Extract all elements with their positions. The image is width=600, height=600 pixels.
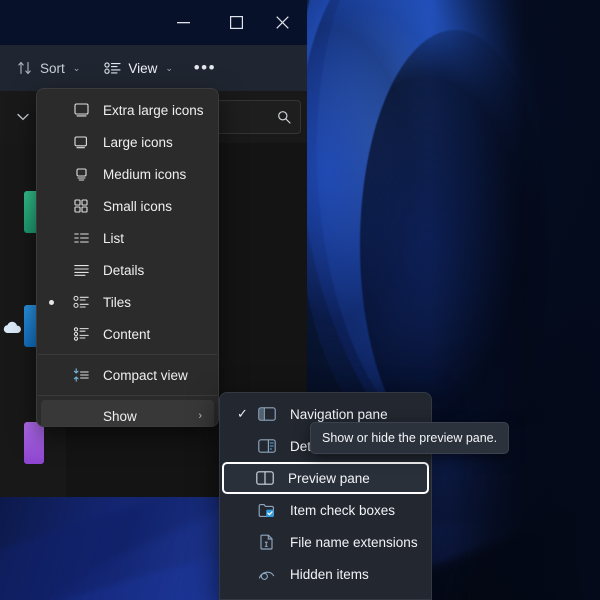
large-icons-icon [70, 135, 92, 149]
list-icon [70, 232, 92, 244]
tiles-icon [70, 295, 92, 309]
content-icon [70, 327, 92, 341]
see-more-button[interactable]: ••• [188, 52, 222, 84]
close-icon [275, 16, 289, 29]
extra-large-icons-icon [70, 103, 92, 117]
submenu-item-hidden-items[interactable]: Hidden items [224, 558, 427, 590]
submenu-item-preview-pane[interactable]: Preview pane [222, 462, 429, 494]
menu-item-label: Large icons [103, 134, 173, 150]
hidden-items-icon [256, 568, 278, 581]
sort-button[interactable]: Sort ⌄ [8, 52, 89, 84]
submenu-item-label: Item check boxes [290, 502, 396, 518]
menu-item-label: Small icons [103, 198, 173, 214]
menu-item-tiles[interactable]: Tiles [41, 286, 214, 318]
view-label: View [128, 60, 158, 76]
sort-label: Sort [40, 60, 65, 76]
command-bar: Sort ⌄ View ⌄ ••• [0, 45, 307, 91]
address-history-dropdown[interactable] [6, 101, 40, 133]
details-pane-icon [256, 439, 278, 453]
menu-item-label: Compact view [103, 367, 188, 383]
view-icon [104, 62, 121, 74]
minimize-icon [176, 21, 190, 23]
submenu-item-label: Navigation pane [290, 406, 388, 422]
view-button[interactable]: View ⌄ [95, 52, 182, 84]
menu-item-show[interactable]: Show › [41, 400, 214, 426]
close-button[interactable] [259, 0, 305, 45]
menu-separator [38, 354, 217, 355]
view-context-menu: Extra large icons Large icons Medium ico… [36, 88, 219, 427]
submenu-item-item-check-boxes[interactable]: Item check boxes [224, 494, 427, 526]
submenu-item-label: Hidden items [290, 566, 369, 582]
maximize-button[interactable] [213, 0, 259, 45]
tooltip-text: Show or hide the preview pane. [322, 431, 498, 445]
tooltip: Show or hide the preview pane. [310, 422, 510, 454]
menu-item-label: List [103, 230, 125, 246]
compact-view-icon [70, 368, 92, 382]
menu-item-extra-large-icons[interactable]: Extra large icons [41, 94, 214, 126]
onedrive-cloud-icon [2, 321, 22, 334]
menu-item-small-icons[interactable]: Small icons [41, 190, 214, 222]
menu-separator [38, 395, 217, 396]
menu-item-compact-view[interactable]: Compact view [41, 359, 214, 391]
menu-item-label: Tiles [103, 294, 132, 310]
submenu-item-file-name-extensions[interactable]: File name extensions [224, 526, 427, 558]
maximize-icon [229, 16, 243, 29]
submenu-item-label: Preview pane [288, 470, 370, 486]
navigation-pane-icon [256, 407, 278, 421]
menu-item-details[interactable]: Details [41, 254, 214, 286]
menu-item-label: Details [103, 262, 145, 278]
nav-item-purple-drive[interactable] [24, 422, 44, 464]
medium-icons-icon [70, 167, 92, 181]
preview-pane-icon [254, 471, 276, 485]
menu-item-medium-icons[interactable]: Medium icons [41, 158, 214, 190]
sort-chevron-down-icon: ⌄ [72, 62, 81, 73]
minimize-button[interactable] [160, 0, 206, 45]
file-name-extensions-icon [256, 534, 278, 550]
menu-item-label: Medium icons [103, 166, 187, 182]
chevron-right-icon: › [198, 410, 202, 422]
menu-item-label: Show [103, 408, 137, 424]
menu-item-label: Content [103, 326, 151, 342]
details-icon [70, 264, 92, 276]
menu-item-content[interactable]: Content [41, 318, 214, 350]
small-icons-icon [70, 199, 92, 213]
menu-item-label: Extra large icons [103, 102, 204, 118]
chevron-down-icon [17, 113, 29, 121]
item-check-boxes-icon [256, 503, 278, 518]
selected-bullet-icon [49, 299, 54, 305]
menu-item-list[interactable]: List [41, 222, 214, 254]
wallpaper-vignette [430, 0, 600, 600]
search-icon [278, 111, 291, 124]
sort-icon [18, 61, 31, 75]
check-icon: ✓ [237, 406, 248, 421]
menu-item-large-icons[interactable]: Large icons [41, 126, 214, 158]
view-chevron-down-icon: ⌄ [165, 62, 173, 73]
title-bar [0, 0, 307, 45]
submenu-item-label: File name extensions [290, 534, 418, 550]
